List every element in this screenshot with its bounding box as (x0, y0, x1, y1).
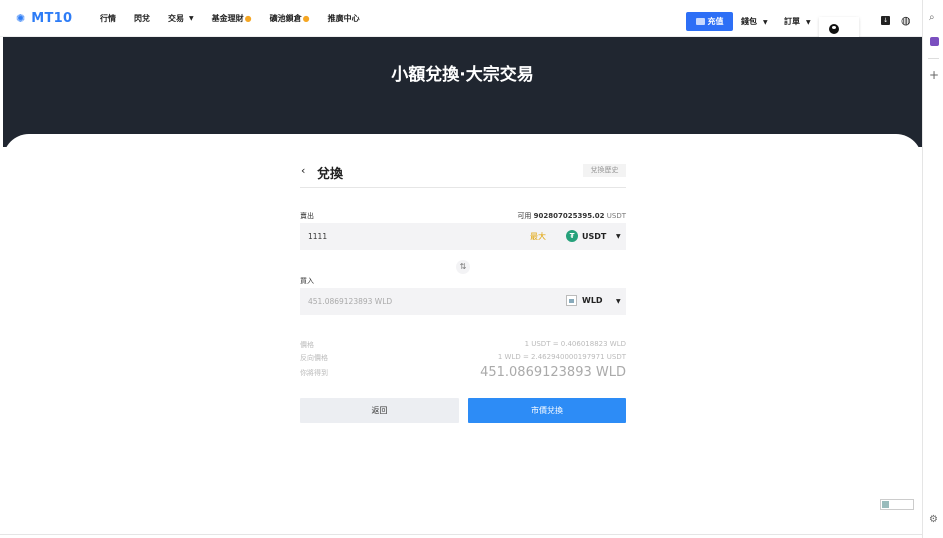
nav-item-promotion[interactable]: 推廣中心 (328, 13, 360, 24)
buy-field: 451.0869123893 WLD WLD ▼ (300, 288, 626, 315)
chevron-down-icon: ▼ (806, 19, 811, 26)
receive-row: 你將得到 451.0869123893 WLD (300, 365, 626, 380)
top-nav: ✺ MT10 行情 閃兌 交易 ▼ 基金理財 ● 礦池鎖倉 ● 推廣中心 充值 錢包 ▼… (0, 0, 922, 37)
wld-icon (566, 295, 577, 306)
nav-item-mining[interactable]: 礦池鎖倉 ● (270, 13, 310, 24)
sell-coin-select[interactable]: ₮ USDT (566, 230, 606, 242)
nav-item-trade[interactable]: 交易 ▼ (168, 13, 194, 24)
deposit-button[interactable]: 充值 (686, 12, 733, 31)
hot-icon: ● (302, 13, 310, 23)
buy-label: 買入 (300, 277, 314, 285)
chevron-down-icon[interactable]: ▼ (616, 298, 621, 305)
card-header: ‹ 兌換 兌換歷史 (300, 160, 626, 188)
plus-icon[interactable]: + (929, 68, 939, 82)
side-panel: ⌕ + ⚙ (922, 0, 943, 538)
back-arrow-icon[interactable]: ‹ (301, 164, 305, 177)
broken-image (880, 499, 914, 510)
divider (928, 58, 939, 59)
nav-item-market[interactable]: 行情 (100, 13, 116, 24)
sell-amount-input[interactable]: 1111 (308, 232, 327, 241)
logo-text: MT10 (31, 10, 73, 26)
hero-banner: 小額兌換·大宗交易 (3, 37, 922, 147)
gear-icon[interactable]: ⚙ (929, 514, 938, 525)
available-balance: 可用 902807025395.02 USDT (517, 212, 626, 220)
search-icon[interactable]: ⌕ (929, 12, 935, 23)
card-title: 兌換 (317, 167, 344, 182)
sell-label: 賣出 (300, 212, 314, 220)
max-button[interactable]: 最大 (530, 231, 546, 242)
buy-coin-select[interactable]: WLD (566, 295, 603, 306)
sell-field: 1111 最大 ₮ USDT ▼ (300, 223, 626, 250)
deposit-icon (695, 18, 705, 25)
hero-title: 小額兌換·大宗交易 (391, 65, 534, 85)
swap-direction-icon[interactable]: ⇅ (456, 260, 470, 274)
chevron-down-icon: ▼ (189, 14, 194, 22)
logo-icon: ✺ (16, 11, 26, 25)
user-menu[interactable] (819, 17, 859, 37)
buy-amount-display: 451.0869123893 WLD (308, 297, 393, 306)
hot-icon: ● (244, 13, 252, 23)
wallet-menu[interactable]: 錢包 ▼ (741, 16, 768, 27)
nav-item-flash-swap[interactable]: 閃兌 (134, 13, 150, 24)
chevron-down-icon: ▼ (763, 19, 768, 26)
inverse-price-row: 反向價格 1 WLD = 2.462940000197971 USDT (300, 353, 626, 362)
chevron-down-icon[interactable]: ▼ (616, 233, 621, 240)
globe-icon[interactable]: ◍ (901, 15, 911, 26)
divider (0, 534, 922, 535)
nav-item-fund[interactable]: 基金理財 ● (212, 13, 252, 24)
logo[interactable]: ✺ MT10 (16, 11, 100, 26)
usdt-icon: ₮ (566, 230, 578, 242)
content-panel (3, 134, 922, 538)
orders-menu[interactable]: 訂單 ▼ (784, 16, 811, 27)
price-row: 價格 1 USDT = 0.406018823 WLD (300, 340, 626, 349)
nav-menu: 行情 閃兌 交易 ▼ 基金理財 ● 礦池鎖倉 ● 推廣中心 (100, 13, 378, 24)
people-icon[interactable] (930, 37, 939, 46)
download-icon[interactable]: ↓ (881, 16, 890, 25)
back-button[interactable]: 返回 (300, 398, 459, 423)
avatar[interactable] (829, 24, 839, 34)
market-convert-button[interactable]: 市價兌換 (468, 398, 626, 423)
history-button[interactable]: 兌換歷史 (583, 164, 626, 177)
